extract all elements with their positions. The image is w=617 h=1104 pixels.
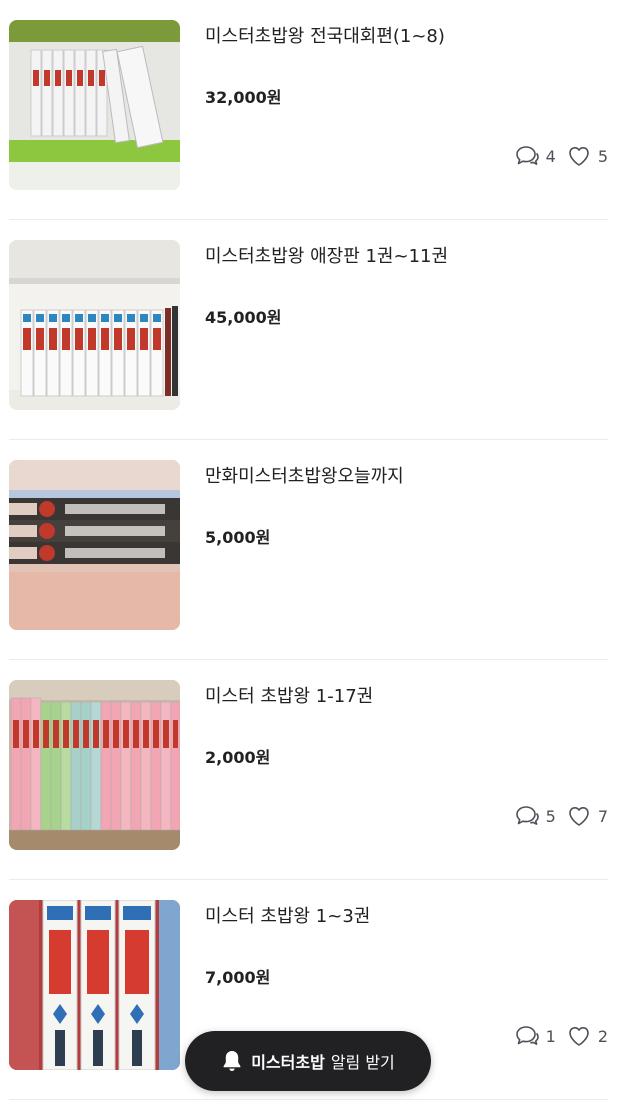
item-title[interactable]: 만화미스터초밥왕오늘까지 bbox=[205, 462, 404, 488]
product-thumbnail[interactable] bbox=[9, 240, 180, 410]
item-price: 45,000원 bbox=[205, 308, 282, 327]
divider bbox=[9, 1099, 608, 1100]
item-price: 2,000원 bbox=[205, 748, 271, 767]
product-thumbnail[interactable] bbox=[9, 20, 180, 190]
chat-icon bbox=[515, 1026, 539, 1045]
like-count: 2 bbox=[566, 1024, 608, 1048]
item-title[interactable]: 미스터초밥왕 전국대회편(1~8) bbox=[205, 22, 445, 48]
item-price: 5,000원 bbox=[205, 528, 271, 547]
product-thumbnail[interactable] bbox=[9, 460, 180, 630]
chat-icon bbox=[515, 806, 539, 825]
alarm-keyword: 미스터초밥 bbox=[251, 1053, 325, 1072]
item-title[interactable]: 미스터 초밥왕 1-17권 bbox=[205, 682, 373, 708]
keyword-alarm-button[interactable]: 미스터초밥 알림 받기 bbox=[185, 1031, 431, 1091]
list-item[interactable]: 미스터초밥왕 애장판 1권~11권 45,000원 bbox=[9, 220, 608, 440]
chat-icon bbox=[515, 146, 539, 165]
product-thumbnail[interactable] bbox=[9, 680, 180, 850]
item-stats: 5 7 bbox=[514, 804, 608, 828]
list-item[interactable]: 미스터 초밥왕 1-17권 2,000원 5 7 bbox=[9, 660, 608, 880]
like-count: 5 bbox=[566, 144, 608, 168]
list-item[interactable]: 미스터초밥왕 전국대회편(1~8) 32,000원 4 5 bbox=[9, 0, 608, 220]
product-thumbnail[interactable] bbox=[9, 900, 180, 1070]
item-title[interactable]: 미스터 초밥왕 1~3권 bbox=[205, 902, 370, 928]
heart-icon bbox=[569, 807, 589, 826]
list-item[interactable]: 만화미스터초밥왕오늘까지 5,000원 bbox=[9, 440, 608, 660]
comment-count: 1 bbox=[514, 1024, 556, 1048]
like-count: 7 bbox=[566, 804, 608, 828]
item-stats: 1 2 bbox=[514, 1024, 608, 1048]
bell-icon bbox=[221, 1049, 243, 1073]
comment-count: 4 bbox=[514, 144, 556, 168]
heart-icon bbox=[569, 1027, 589, 1046]
heart-icon bbox=[569, 147, 589, 166]
item-title[interactable]: 미스터초밥왕 애장판 1권~11권 bbox=[205, 242, 448, 268]
item-price: 7,000원 bbox=[205, 968, 271, 987]
alarm-label: 알림 받기 bbox=[330, 1053, 395, 1072]
item-price: 32,000원 bbox=[205, 88, 282, 107]
comment-count: 5 bbox=[514, 804, 556, 828]
item-stats: 4 5 bbox=[514, 144, 608, 168]
